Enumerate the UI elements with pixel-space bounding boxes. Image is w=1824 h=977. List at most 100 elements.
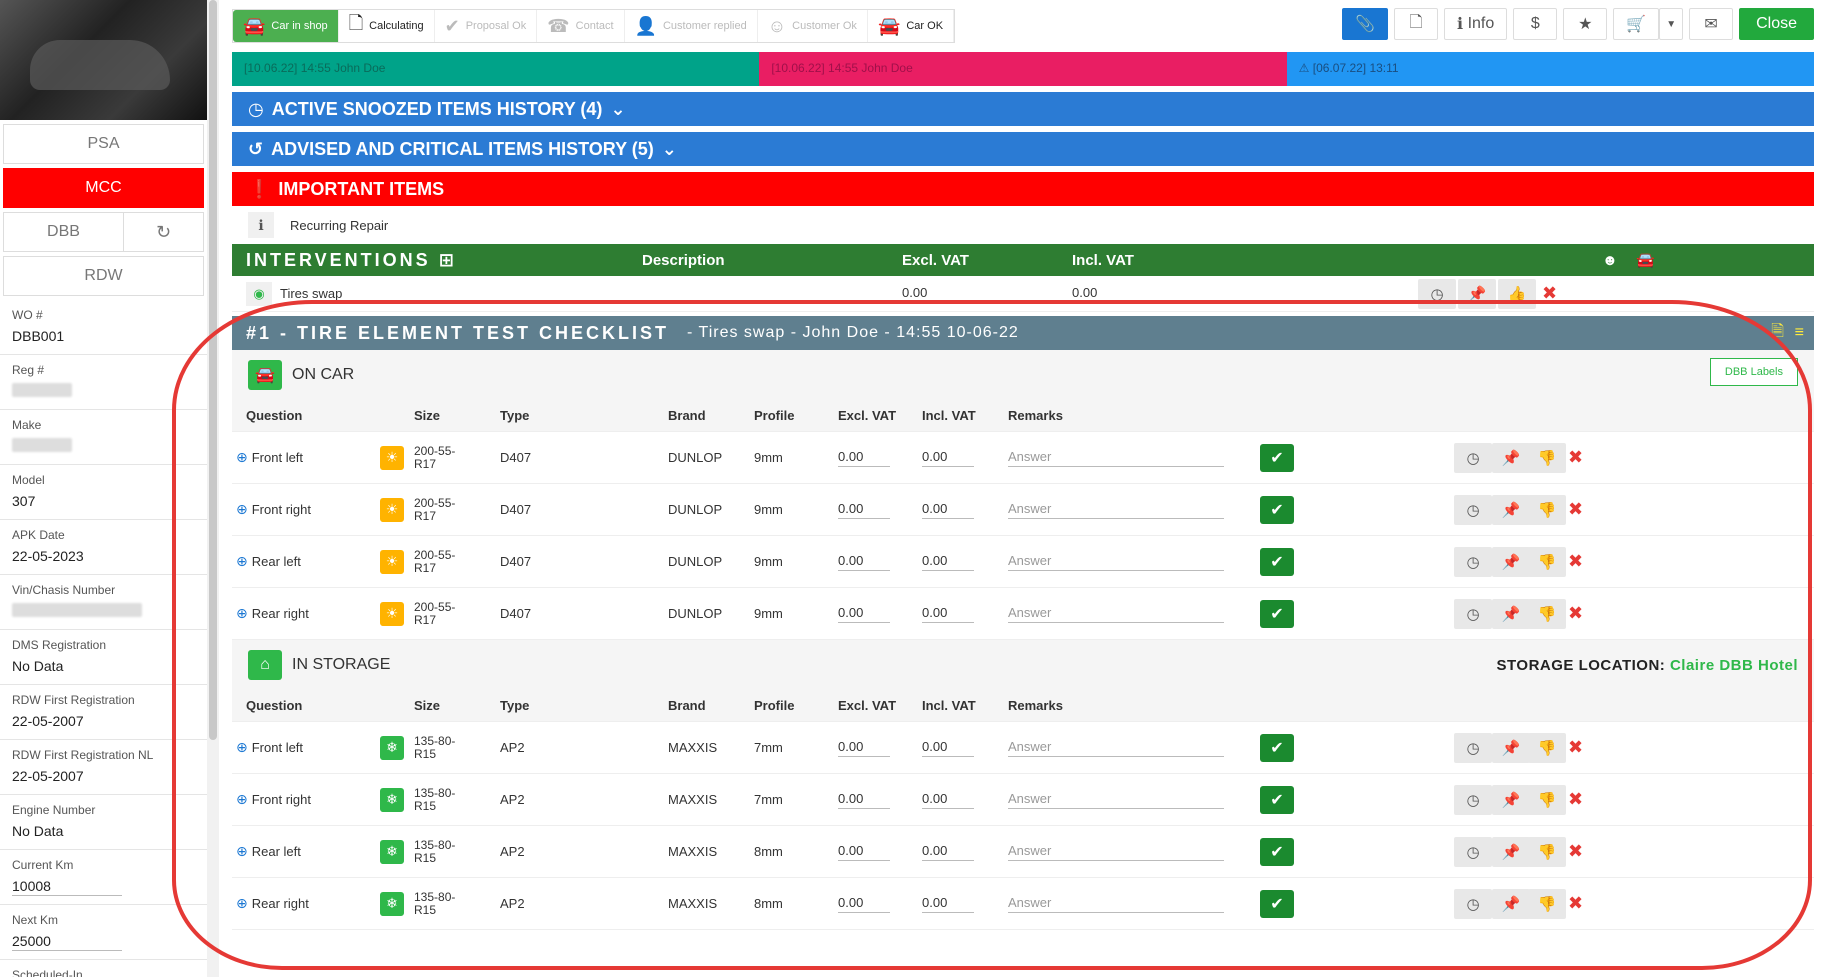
snooze-button[interactable]: ◷ bbox=[1454, 598, 1492, 629]
remarks-input[interactable]: Answer bbox=[1008, 553, 1224, 571]
excl-vat-input[interactable]: 0.00 bbox=[838, 501, 890, 519]
star-button[interactable]: ★ bbox=[1563, 8, 1608, 40]
snooze-button[interactable]: ◷ bbox=[1454, 442, 1492, 473]
confirm-check-button[interactable]: ✔ bbox=[1260, 785, 1294, 814]
remarks-input[interactable]: Answer bbox=[1008, 791, 1224, 809]
delete-icon[interactable]: ✖ bbox=[1568, 447, 1583, 468]
incl-vat-input[interactable]: 0.00 bbox=[922, 739, 974, 757]
pin-button[interactable]: 📌 bbox=[1492, 732, 1530, 763]
remarks-input[interactable]: Answer bbox=[1008, 895, 1224, 913]
rdw-button[interactable]: RDW bbox=[3, 256, 204, 296]
add-circle-icon[interactable]: ⊕ bbox=[236, 449, 248, 465]
snooze-button[interactable]: ◷ bbox=[1454, 888, 1492, 919]
refresh-icon[interactable]: ↻ bbox=[124, 212, 204, 252]
excl-vat-input[interactable]: 0.00 bbox=[838, 553, 890, 571]
pin-button[interactable]: 📌 bbox=[1492, 546, 1530, 577]
pin-button[interactable]: 📌 bbox=[1458, 278, 1496, 309]
reject-button[interactable]: 👎 bbox=[1528, 888, 1566, 919]
snooze-button[interactable]: ◷ bbox=[1418, 278, 1456, 309]
confirm-check-button[interactable]: ✔ bbox=[1260, 889, 1294, 918]
remarks-input[interactable]: Answer bbox=[1008, 739, 1224, 757]
snooze-button[interactable]: ◷ bbox=[1454, 836, 1492, 867]
reject-button[interactable]: 👎 bbox=[1528, 546, 1566, 577]
snoozed-history-toggle[interactable]: ◷ ACTIVE SNOOZED ITEMS HISTORY (4) ⌄ bbox=[232, 92, 1814, 126]
delete-icon[interactable]: ✖ bbox=[1568, 603, 1583, 624]
confirm-check-button[interactable]: ✔ bbox=[1260, 547, 1294, 576]
snooze-button[interactable]: ◷ bbox=[1454, 546, 1492, 577]
dbb-button[interactable]: DBB bbox=[3, 212, 124, 252]
close-button[interactable]: Close bbox=[1739, 8, 1814, 40]
incl-vat-input[interactable]: 0.00 bbox=[922, 553, 974, 571]
step-proposal-ok[interactable]: ✔ Proposal Ok bbox=[435, 10, 538, 42]
menu-icon[interactable]: ≡ bbox=[1795, 324, 1804, 342]
cart-button[interactable]: 🛒 bbox=[1613, 8, 1660, 40]
confirm-check-button[interactable]: ✔ bbox=[1260, 733, 1294, 762]
remarks-input[interactable]: Answer bbox=[1008, 501, 1224, 519]
pin-button[interactable]: 📌 bbox=[1492, 836, 1530, 867]
excl-vat-input[interactable]: 0.00 bbox=[838, 739, 890, 757]
confirm-check-button[interactable]: ✔ bbox=[1260, 495, 1294, 524]
delete-icon[interactable]: ✖ bbox=[1568, 841, 1583, 862]
step-contact[interactable]: ☎ Contact bbox=[537, 10, 625, 42]
question-cell[interactable]: ⊕ Front right bbox=[236, 791, 311, 808]
mcc-button[interactable]: MCC bbox=[3, 168, 204, 208]
pin-button[interactable]: 📌 bbox=[1492, 784, 1530, 815]
add-circle-icon[interactable]: ⊕ bbox=[236, 501, 248, 517]
advised-history-toggle[interactable]: ↺ ADVISED AND CRITICAL ITEMS HISTORY (5)… bbox=[232, 132, 1814, 166]
delete-icon[interactable]: ✖ bbox=[1542, 283, 1557, 304]
delete-icon[interactable]: ✖ bbox=[1568, 551, 1583, 572]
price-button[interactable]: $ bbox=[1513, 8, 1558, 40]
add-circle-icon[interactable]: ⊕ bbox=[236, 605, 248, 621]
remarks-input[interactable]: Answer bbox=[1008, 605, 1224, 623]
reject-button[interactable]: 👎 bbox=[1528, 784, 1566, 815]
pin-button[interactable]: 📌 bbox=[1492, 888, 1530, 919]
confirm-check-button[interactable]: ✔ bbox=[1260, 443, 1294, 472]
add-circle-icon[interactable]: ⊕ bbox=[236, 843, 248, 859]
pin-button[interactable]: 📌 bbox=[1492, 442, 1530, 473]
step-customer-ok[interactable]: ☺ Customer Ok bbox=[758, 10, 868, 42]
excl-vat-input[interactable]: 0.00 bbox=[838, 605, 890, 623]
add-circle-icon[interactable]: ⊕ bbox=[236, 791, 248, 807]
psa-button[interactable]: PSA bbox=[3, 124, 204, 164]
excl-vat-input[interactable]: 0.00 bbox=[838, 791, 890, 809]
approve-button[interactable]: 👍 bbox=[1498, 278, 1536, 309]
add-circle-icon[interactable]: ⊕ bbox=[236, 553, 248, 569]
add-circle-icon[interactable]: ⊕ bbox=[236, 739, 248, 755]
reject-button[interactable]: 👎 bbox=[1528, 836, 1566, 867]
delete-icon[interactable]: ✖ bbox=[1568, 789, 1583, 810]
reject-button[interactable]: 👎 bbox=[1528, 442, 1566, 473]
question-cell[interactable]: ⊕ Rear left bbox=[236, 553, 301, 570]
question-cell[interactable]: ⊕ Front right bbox=[236, 501, 311, 518]
reject-button[interactable]: 👎 bbox=[1528, 732, 1566, 763]
step-car-ok[interactable]: 🚘 Car OK bbox=[868, 10, 955, 42]
incl-vat-input[interactable]: 0.00 bbox=[922, 843, 974, 861]
add-intervention-icon[interactable]: ⊞ bbox=[439, 250, 457, 270]
snooze-button[interactable]: ◷ bbox=[1454, 784, 1492, 815]
pin-button[interactable]: 📌 bbox=[1492, 494, 1530, 525]
incl-vat-input[interactable]: 0.00 bbox=[922, 605, 974, 623]
incl-vat-input[interactable]: 0.00 bbox=[922, 501, 974, 519]
question-cell[interactable]: ⊕ Front left bbox=[236, 739, 303, 756]
excl-vat-input[interactable]: 0.00 bbox=[838, 895, 890, 913]
delete-icon[interactable]: ✖ bbox=[1568, 499, 1583, 520]
pin-button[interactable]: 📌 bbox=[1492, 598, 1530, 629]
snooze-button[interactable]: ◷ bbox=[1454, 494, 1492, 525]
step-car-in-shop[interactable]: 🚘 Car in shop bbox=[233, 10, 339, 42]
confirm-check-button[interactable]: ✔ bbox=[1260, 599, 1294, 628]
snooze-button[interactable]: ◷ bbox=[1454, 732, 1492, 763]
document-button[interactable]: 🗋 bbox=[1394, 8, 1439, 40]
incl-vat-input[interactable]: 0.00 bbox=[922, 791, 974, 809]
field-value[interactable]: 10008 bbox=[12, 878, 122, 896]
question-cell[interactable]: ⊕ Rear right bbox=[236, 895, 309, 912]
cart-dropdown-button[interactable]: ▼ bbox=[1659, 8, 1684, 40]
delete-icon[interactable]: ✖ bbox=[1568, 893, 1583, 914]
delete-icon[interactable]: ✖ bbox=[1568, 737, 1583, 758]
add-circle-icon[interactable]: ⊕ bbox=[236, 895, 248, 911]
remarks-input[interactable]: Answer bbox=[1008, 843, 1224, 861]
excl-vat-input[interactable]: 0.00 bbox=[838, 449, 890, 467]
question-cell[interactable]: ⊕ Front left bbox=[236, 449, 303, 466]
incl-vat-input[interactable]: 0.00 bbox=[922, 449, 974, 467]
eye-icon[interactable]: ◉ bbox=[246, 281, 272, 306]
confirm-check-button[interactable]: ✔ bbox=[1260, 837, 1294, 866]
info-button[interactable]: ℹ Info bbox=[1444, 8, 1508, 40]
